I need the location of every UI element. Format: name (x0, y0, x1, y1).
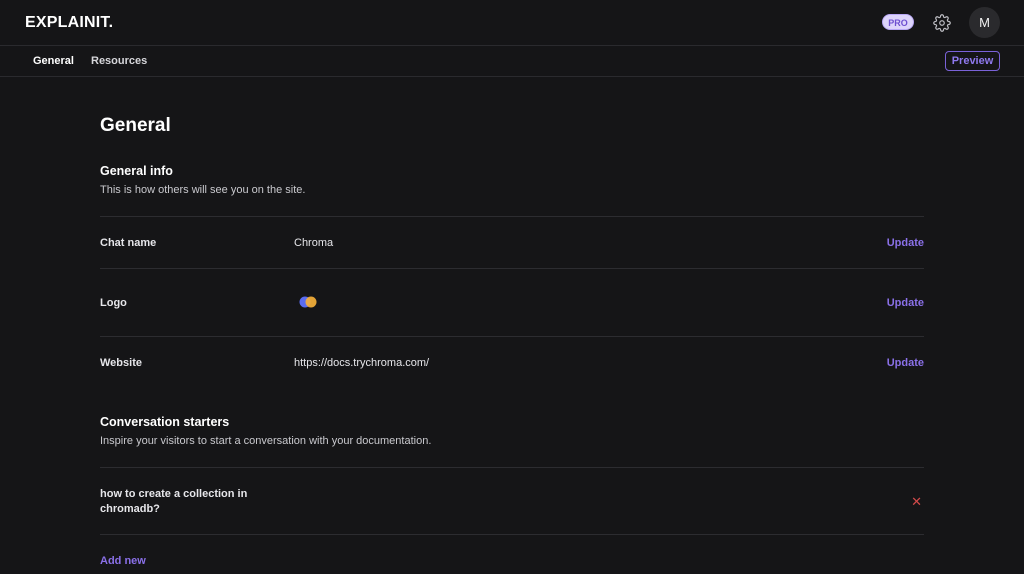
website-value: https://docs.trychroma.com/ (294, 357, 430, 369)
user-avatar[interactable]: M (969, 7, 1000, 38)
pro-badge: PRO (882, 14, 914, 30)
tab-resources[interactable]: Resources (91, 55, 147, 67)
update-logo-link[interactable]: Update (887, 297, 924, 309)
update-chat-name-link[interactable]: Update (887, 237, 924, 249)
chat-name-value: Chroma (294, 237, 334, 249)
divider (100, 467, 924, 468)
chat-logo-image (299, 296, 317, 308)
top-bar: EXPLAINIT. PRO M (0, 0, 1024, 46)
divider (100, 336, 924, 337)
conversation-starters-description: Inspire your visitors to start a convers… (100, 435, 432, 447)
divider (100, 216, 924, 217)
general-info-description: This is how others will see you on the s… (100, 184, 306, 196)
conversation-starters-title: Conversation starters (100, 415, 230, 429)
website-label: Website (100, 357, 142, 369)
logo-label: Logo (100, 297, 127, 309)
app-logo[interactable]: EXPLAINIT. (25, 14, 113, 32)
conversation-starter-item: how to create a collection in chromadb? (100, 488, 248, 515)
update-website-link[interactable]: Update (887, 357, 924, 369)
tab-general[interactable]: General (33, 55, 74, 67)
divider (100, 268, 924, 269)
preview-button[interactable]: Preview (945, 51, 1000, 71)
page-title: General (100, 115, 171, 136)
general-info-title: General info (100, 164, 173, 178)
gear-icon[interactable] (933, 14, 951, 32)
chat-name-label: Chat name (100, 237, 157, 249)
add-new-starter-link[interactable]: Add new (100, 555, 146, 567)
divider (100, 534, 924, 535)
tab-bar: General Resources Preview (0, 46, 1024, 77)
delete-starter-icon[interactable]: ✕ (911, 495, 922, 508)
